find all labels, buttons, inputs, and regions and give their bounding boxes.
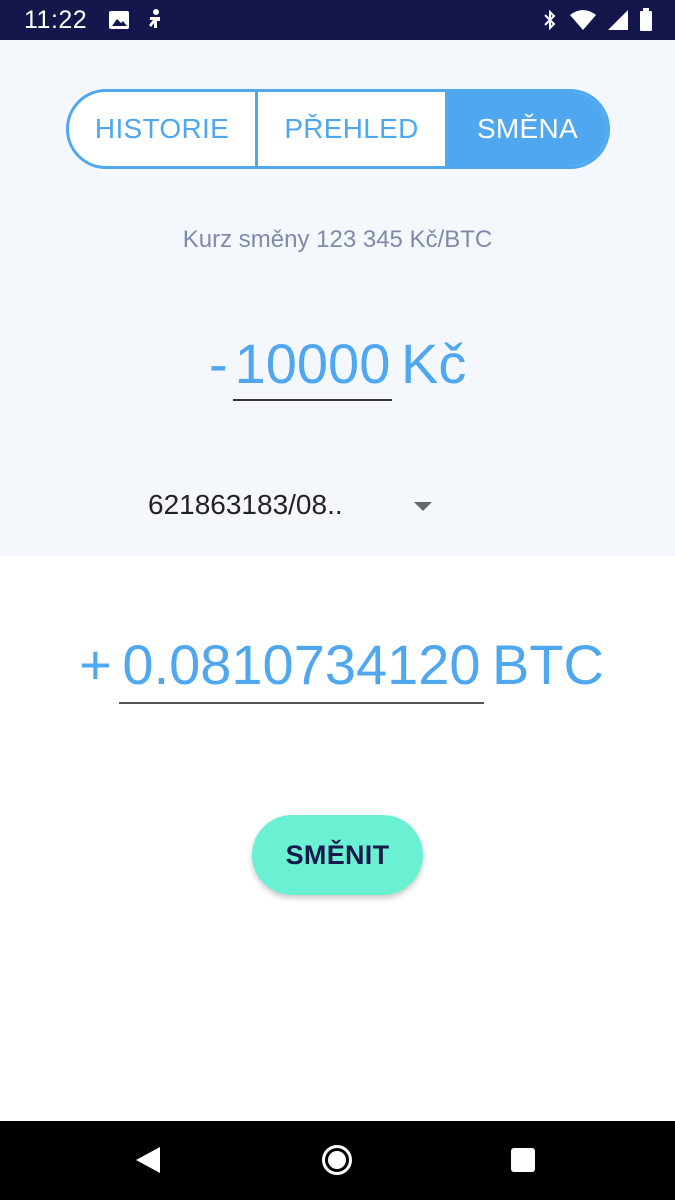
status-bar: 11:22: [0, 0, 675, 40]
czk-sign: -: [209, 332, 228, 395]
btc-amount-input[interactable]: 0.0810734120: [119, 630, 484, 704]
wifi-icon: [569, 9, 597, 31]
tab-smena[interactable]: SMĚNA: [448, 92, 607, 166]
czk-amount-input[interactable]: 10000: [233, 329, 392, 401]
navigation-bar: [0, 1121, 675, 1200]
top-section: HISTORIE PŘEHLED SMĚNA Kurz směny 123 34…: [0, 40, 675, 556]
home-icon[interactable]: [322, 1145, 352, 1175]
tab-prehled[interactable]: PŘEHLED: [258, 92, 448, 166]
debug-icon: [144, 8, 166, 32]
battery-icon: [639, 8, 653, 32]
btc-currency: BTC: [492, 633, 604, 696]
tab-historie[interactable]: HISTORIE: [69, 92, 258, 166]
bluetooth-icon: [541, 8, 559, 32]
account-dropdown[interactable]: 621863183/08..: [148, 486, 438, 526]
recents-icon[interactable]: [511, 1148, 535, 1172]
exchange-rate: Kurz směny 123 345 Kč/BTC: [182, 226, 493, 253]
signal-icon: [607, 9, 629, 31]
back-icon[interactable]: [136, 1147, 160, 1173]
dropdown-arrow-icon: [414, 502, 432, 511]
czk-currency: Kč: [401, 332, 467, 395]
account-selected-value: 621863183/08..: [148, 489, 343, 520]
segmented-tabs: HISTORIE PŘEHLED SMĚNA: [66, 89, 610, 169]
image-icon: [108, 9, 130, 31]
status-time: 11:22: [24, 6, 88, 34]
status-left-icons: [108, 8, 166, 32]
btc-sign: +: [79, 633, 112, 696]
status-right-icons: [541, 8, 653, 32]
exchange-button[interactable]: SMĚNIT: [252, 815, 423, 895]
